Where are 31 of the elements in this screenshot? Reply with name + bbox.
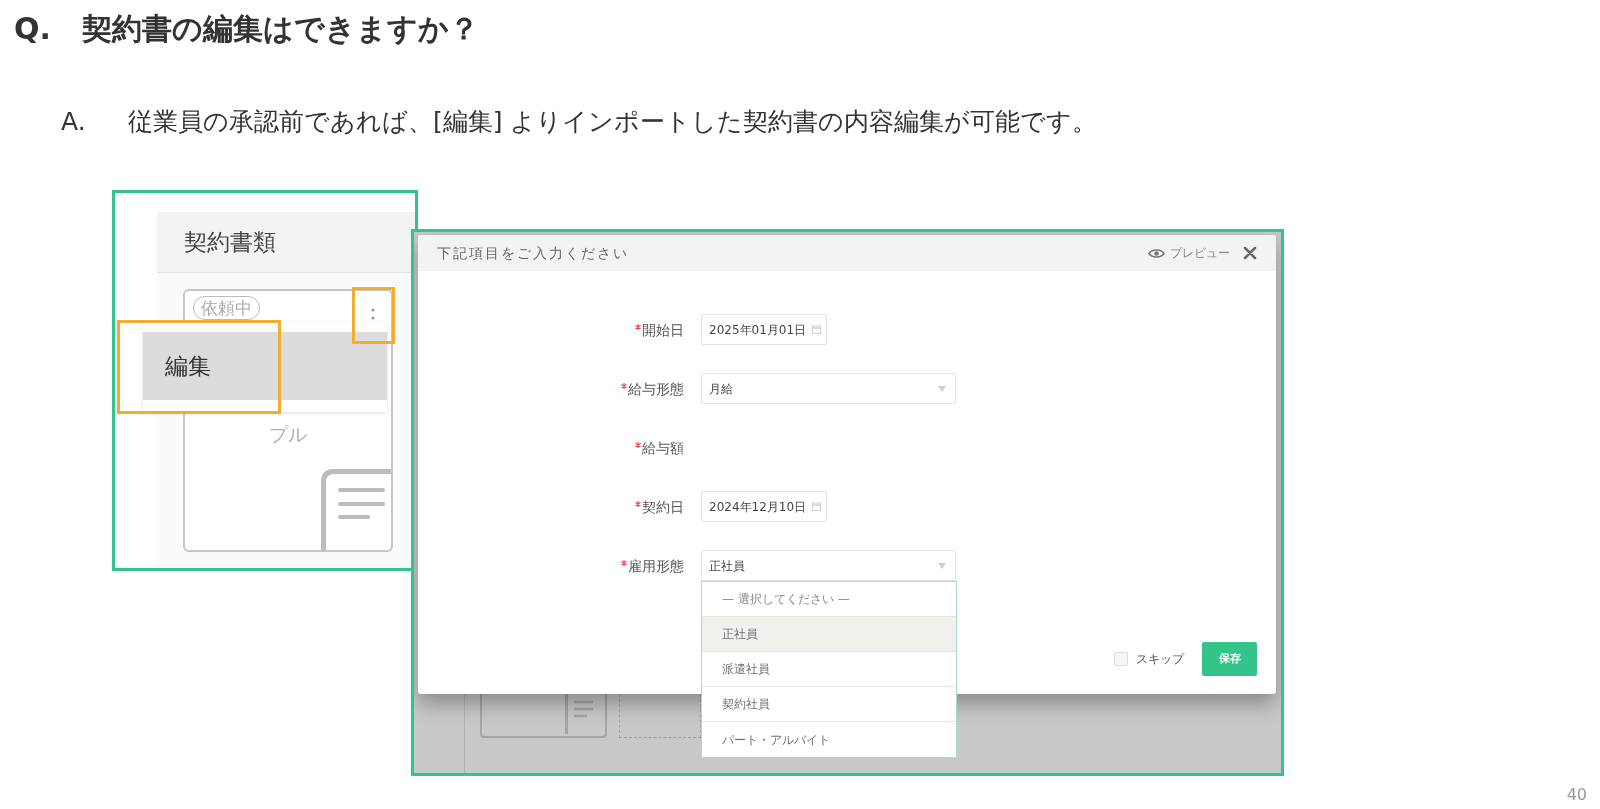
calendar-icon (812, 502, 822, 511)
dialog-title: 下記項目をご入力ください (437, 243, 629, 263)
date-field[interactable]: 2024年12月10日 (701, 491, 827, 522)
answer-text: 従業員の承認前であれば、[編集] よりインポートした契約書の内容編集が可能です。 (128, 106, 1098, 138)
answer-label: A. (61, 106, 87, 138)
checkbox[interactable] (1114, 652, 1128, 666)
field-label: 給与額 (642, 438, 684, 457)
menu-item[interactable]: 編集 (143, 332, 387, 400)
select-field[interactable]: 月給 (701, 373, 956, 404)
panel-title: 契約書類 (184, 228, 276, 257)
question-title: 契約書の編集はできますか？ (82, 10, 479, 48)
close-icon (1243, 246, 1257, 260)
close-button[interactable] (1243, 246, 1257, 260)
field-label: 開始日 (642, 320, 684, 339)
select-field[interactable]: 正社員 (701, 550, 956, 581)
eye-icon (1148, 247, 1165, 259)
question-label: Q. (14, 10, 52, 48)
field-label: 給与形態 (628, 379, 684, 398)
preview-button[interactable]: プレビュー (1148, 244, 1230, 262)
card-caption: プル (269, 424, 307, 444)
field-label: 雇用形態 (628, 556, 684, 575)
caret-icon (938, 385, 946, 392)
dropdown-option[interactable]: 正社員 (702, 617, 956, 652)
caret-icon (938, 562, 946, 569)
more-options-icon[interactable] (371, 307, 375, 321)
page-number: 40 (1566, 786, 1587, 804)
field-label: 契約日 (642, 497, 684, 516)
highlight-frame (352, 287, 395, 344)
date-field[interactable]: 2025年01月01日 (701, 314, 827, 345)
calendar-icon (812, 325, 822, 334)
checkbox-label: スキップ (1136, 651, 1184, 668)
